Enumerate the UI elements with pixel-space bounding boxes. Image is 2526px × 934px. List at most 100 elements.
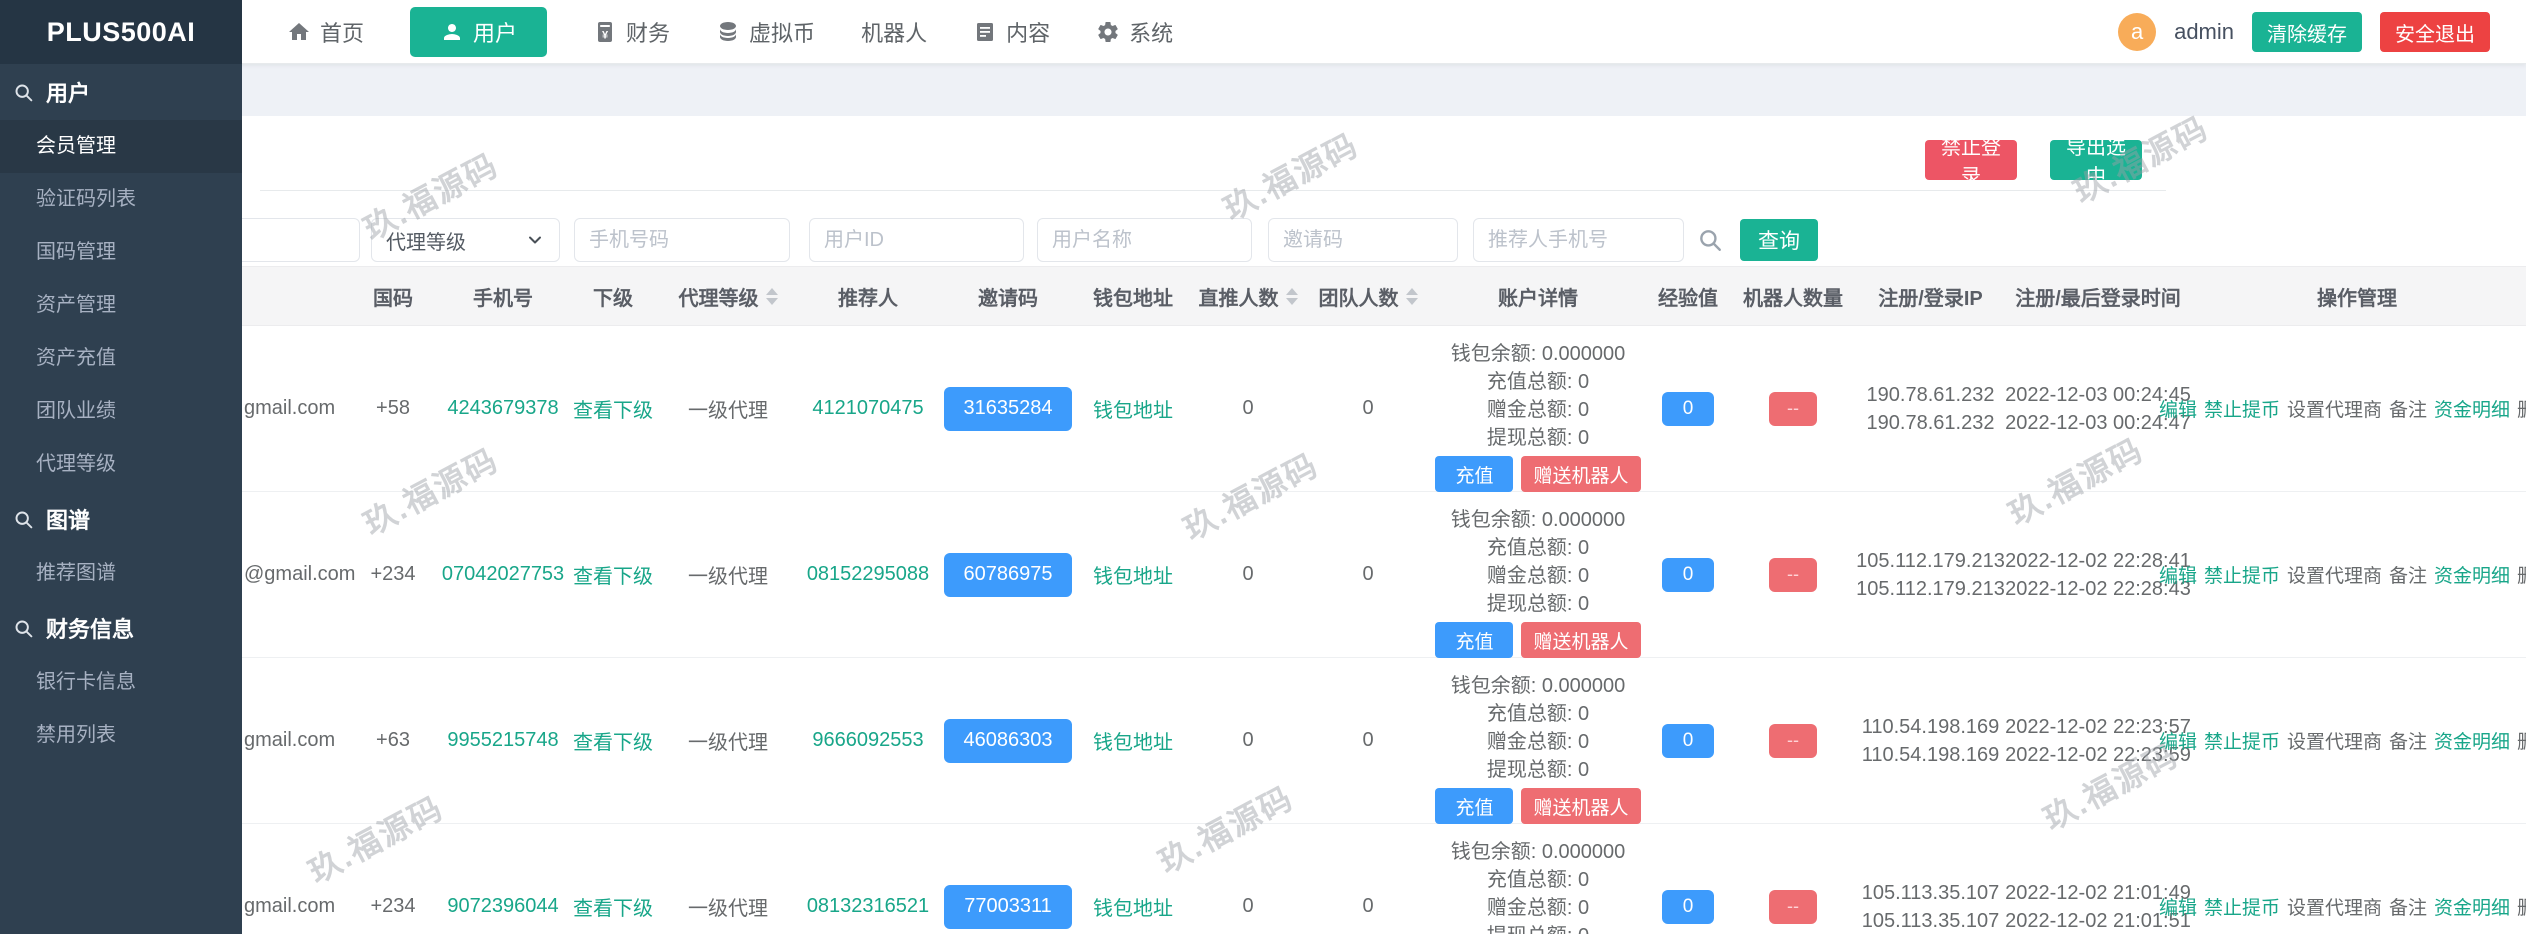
sidebar-item-禁用列表[interactable]: 禁用列表 bbox=[0, 709, 242, 762]
filter-input-phone[interactable] bbox=[574, 218, 790, 262]
sidebar-section-users[interactable]: 用户 bbox=[0, 64, 242, 120]
exp-badge[interactable]: 0 bbox=[1662, 558, 1714, 592]
gift-robot-button[interactable]: 赠送机器人 bbox=[1521, 456, 1640, 492]
gift-robot-button[interactable]: 赠送机器人 bbox=[1521, 622, 1640, 658]
referrer-link[interactable]: 4121070475 bbox=[812, 397, 923, 420]
action-remark[interactable]: 备注 bbox=[2389, 893, 2427, 920]
column-header-direct-count[interactable]: 直推人数 bbox=[1193, 282, 1303, 311]
action-remark[interactable]: 备注 bbox=[2389, 727, 2427, 754]
search-icon bbox=[13, 82, 34, 103]
sidebar-item-资产管理[interactable]: 资产管理 bbox=[0, 279, 242, 332]
nav-item-system[interactable]: 系统 bbox=[1096, 16, 1173, 48]
action-edit[interactable]: 编辑 bbox=[2159, 561, 2197, 588]
column-header-team-count[interactable]: 团队人数 bbox=[1303, 282, 1433, 311]
recharge-button[interactable]: 充值 bbox=[1435, 622, 1513, 658]
filter-input-invite-code[interactable] bbox=[1268, 218, 1458, 262]
view-subordinates-link[interactable]: 查看下级 bbox=[573, 726, 653, 755]
sidebar-item-团队业绩[interactable]: 团队业绩 bbox=[0, 385, 242, 438]
nav-item-crypto[interactable]: 虚拟币 bbox=[716, 16, 815, 48]
wallet-address-link[interactable]: 钱包地址 bbox=[1093, 892, 1173, 921]
column-header-label: 手机号 bbox=[473, 282, 533, 311]
robot-count-badge[interactable]: -- bbox=[1769, 392, 1817, 426]
sidebar-item-资产充值[interactable]: 资产充值 bbox=[0, 332, 242, 385]
nav-item-finance[interactable]: ¥财务 bbox=[593, 16, 670, 48]
action-edit[interactable]: 编辑 bbox=[2159, 395, 2197, 422]
sort-icon[interactable] bbox=[766, 288, 778, 305]
action-fund-details[interactable]: 资金明细 bbox=[2434, 893, 2510, 920]
action-delete[interactable]: 删除 bbox=[2517, 727, 2526, 754]
referrer-link[interactable]: 08152295088 bbox=[807, 563, 929, 586]
recharge-button[interactable]: 充值 bbox=[1435, 456, 1513, 492]
column-header-agent-level[interactable]: 代理等级 bbox=[663, 282, 793, 311]
action-fund-details[interactable]: 资金明细 bbox=[2434, 561, 2510, 588]
view-subordinates-link[interactable]: 查看下级 bbox=[573, 892, 653, 921]
phone-link[interactable]: 9955215748 bbox=[447, 729, 558, 752]
action-forbid-withdraw[interactable]: 禁止提币 bbox=[2204, 395, 2280, 422]
sidebar-item-银行卡信息[interactable]: 银行卡信息 bbox=[0, 656, 242, 709]
agent-level-select[interactable]: 代理等级 bbox=[371, 218, 560, 262]
phone-link[interactable]: 07042027753 bbox=[442, 563, 564, 586]
action-delete[interactable]: 删除 bbox=[2517, 893, 2526, 920]
invite-code-badge[interactable]: 31635284 bbox=[944, 387, 1072, 431]
wallet-address-link[interactable]: 钱包地址 bbox=[1093, 560, 1173, 589]
exp-badge[interactable]: 0 bbox=[1662, 724, 1714, 758]
phone-link[interactable]: 9072396044 bbox=[447, 895, 558, 918]
referrer-link[interactable]: 9666092553 bbox=[812, 729, 923, 752]
view-subordinates-link[interactable]: 查看下级 bbox=[573, 394, 653, 423]
robot-count-badge[interactable]: -- bbox=[1769, 890, 1817, 924]
invite-code-badge[interactable]: 60786975 bbox=[944, 553, 1072, 597]
search-button[interactable]: 查询 bbox=[1740, 219, 1818, 261]
sidebar-section-graph[interactable]: 图谱 bbox=[0, 491, 242, 547]
action-fund-details[interactable]: 资金明细 bbox=[2434, 727, 2510, 754]
invite-code-badge[interactable]: 77003311 bbox=[944, 885, 1072, 929]
sort-icon[interactable] bbox=[1286, 288, 1298, 305]
referrer-link[interactable]: 08132316521 bbox=[807, 895, 929, 918]
export-selected-button[interactable]: 导出选中 bbox=[2050, 140, 2142, 180]
invite-code-badge[interactable]: 46086303 bbox=[944, 719, 1072, 763]
disable-login-button[interactable]: 禁止登录 bbox=[1925, 140, 2017, 180]
nav-item-content[interactable]: 内容 bbox=[973, 16, 1050, 48]
recharge-button[interactable]: 充值 bbox=[1435, 788, 1513, 824]
filter-input-clipped[interactable] bbox=[242, 218, 360, 262]
action-forbid-withdraw[interactable]: 禁止提币 bbox=[2204, 561, 2280, 588]
action-set-agent[interactable]: 设置代理商 bbox=[2287, 395, 2382, 422]
phone-link[interactable]: 4243679378 bbox=[447, 397, 558, 420]
action-forbid-withdraw[interactable]: 禁止提币 bbox=[2204, 893, 2280, 920]
action-forbid-withdraw[interactable]: 禁止提币 bbox=[2204, 727, 2280, 754]
filter-input-referrer-phone[interactable] bbox=[1473, 218, 1684, 262]
exp-badge[interactable]: 0 bbox=[1662, 392, 1714, 426]
sidebar-item-推荐图谱[interactable]: 推荐图谱 bbox=[0, 547, 242, 600]
gift-robot-button[interactable]: 赠送机器人 bbox=[1521, 788, 1640, 824]
logout-button[interactable]: 安全退出 bbox=[2380, 12, 2490, 52]
action-set-agent[interactable]: 设置代理商 bbox=[2287, 893, 2382, 920]
avatar[interactable]: a bbox=[2118, 13, 2156, 51]
wallet-address-link[interactable]: 钱包地址 bbox=[1093, 726, 1173, 755]
sidebar-item-国码管理[interactable]: 国码管理 bbox=[0, 226, 242, 279]
exp-badge[interactable]: 0 bbox=[1662, 890, 1714, 924]
action-set-agent[interactable]: 设置代理商 bbox=[2287, 561, 2382, 588]
sidebar-item-验证码列表[interactable]: 验证码列表 bbox=[0, 173, 242, 226]
filter-input-user-name[interactable] bbox=[1037, 218, 1252, 262]
sidebar-section-finance-info[interactable]: 财务信息 bbox=[0, 600, 242, 656]
admin-username[interactable]: admin bbox=[2174, 19, 2234, 45]
nav-item-home[interactable]: 首页 bbox=[287, 16, 364, 48]
action-delete[interactable]: 删除 bbox=[2517, 395, 2526, 422]
action-remark[interactable]: 备注 bbox=[2389, 561, 2427, 588]
action-fund-details[interactable]: 资金明细 bbox=[2434, 395, 2510, 422]
action-set-agent[interactable]: 设置代理商 bbox=[2287, 727, 2382, 754]
filter-input-user-id[interactable] bbox=[809, 218, 1024, 262]
action-edit[interactable]: 编辑 bbox=[2159, 727, 2197, 754]
nav-item-robot[interactable]: 机器人 bbox=[861, 16, 927, 48]
nav-item-users[interactable]: 用户 bbox=[410, 7, 547, 57]
robot-count-badge[interactable]: -- bbox=[1769, 724, 1817, 758]
sidebar-item-会员管理[interactable]: 会员管理 bbox=[0, 120, 242, 173]
action-delete[interactable]: 删除 bbox=[2517, 561, 2526, 588]
action-remark[interactable]: 备注 bbox=[2389, 395, 2427, 422]
view-subordinates-link[interactable]: 查看下级 bbox=[573, 560, 653, 589]
robot-count-badge[interactable]: -- bbox=[1769, 558, 1817, 592]
wallet-address-link[interactable]: 钱包地址 bbox=[1093, 394, 1173, 423]
clear-cache-button[interactable]: 清除缓存 bbox=[2252, 12, 2362, 52]
action-edit[interactable]: 编辑 bbox=[2159, 893, 2197, 920]
sidebar-item-代理等级[interactable]: 代理等级 bbox=[0, 438, 242, 491]
sort-icon[interactable] bbox=[1406, 288, 1418, 305]
